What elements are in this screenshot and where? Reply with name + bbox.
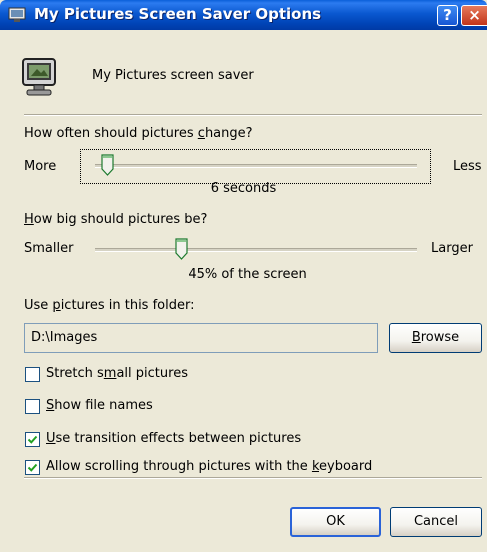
option-checkbox[interactable] [25,399,40,414]
slider-thumb[interactable] [101,154,114,176]
size-max-label: Larger [431,241,473,256]
dialog-window: My Pictures Screen Saver Options ? × My … [0,0,487,552]
divider [24,477,482,479]
slider-track [95,164,417,168]
change-min-label: More [24,159,57,174]
change-interval-slider[interactable] [80,149,431,184]
option-checkbox[interactable] [25,460,40,475]
option-checkbox[interactable] [25,432,40,447]
header-label: My Pictures screen saver [92,68,254,83]
help-button[interactable]: ? [437,5,458,26]
close-button[interactable]: × [461,5,487,26]
picture-size-slider[interactable] [80,233,431,268]
option-label[interactable]: Use transition effects between pictures [46,431,301,446]
option-label[interactable]: Allow scrolling through pictures with th… [46,459,372,474]
change-max-label: Less [453,159,482,174]
ok-button[interactable]: OK [290,507,381,537]
title-bar[interactable]: My Pictures Screen Saver Options ? × [0,0,487,30]
folder-label: Use pictures in this folder: [24,298,195,313]
screensaver-app-icon [8,7,26,22]
slider-thumb[interactable] [175,238,189,260]
size-min-label: Smaller [24,241,74,256]
checkmark-icon [27,463,38,472]
change-interval-label: How often should pictures change? [24,126,253,141]
checkmark-icon [27,435,38,444]
cancel-button[interactable]: Cancel [390,507,482,537]
folder-path-field[interactable]: D:\Images [24,323,378,353]
option-label[interactable]: Stretch small pictures [46,366,188,381]
divider [24,114,482,116]
monitor-icon [22,58,56,96]
option-checkbox[interactable] [25,367,40,382]
browse-button[interactable]: Browse [389,323,482,353]
change-interval-value: 6 seconds [210,181,277,196]
option-label[interactable]: Show file names [46,398,153,413]
window-title: My Pictures Screen Saver Options [34,5,322,23]
picture-size-label: How big should pictures be? [24,212,208,227]
picture-size-value: 45% of the screen [188,267,307,282]
slider-track [95,248,417,252]
